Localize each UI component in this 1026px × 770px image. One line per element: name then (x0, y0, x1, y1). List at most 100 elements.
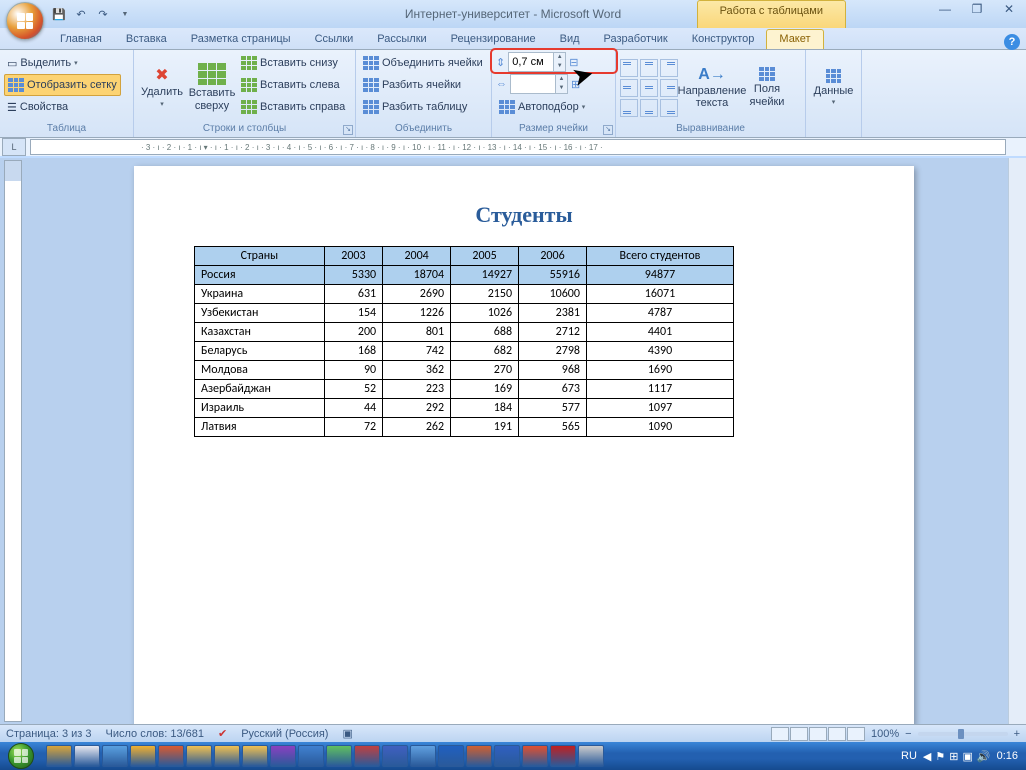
zoom-slider[interactable] (918, 732, 1008, 736)
distribute-rows-icon[interactable]: ⊟ (569, 56, 578, 69)
table-row[interactable]: Латвия722621915651090 (195, 418, 734, 437)
table-row[interactable]: Казахстан20080168827124401 (195, 323, 734, 342)
table-header[interactable]: 2005 (451, 247, 519, 266)
zoom-level[interactable]: 100% (871, 728, 899, 740)
taskbar-item[interactable] (158, 745, 184, 767)
taskbar-item[interactable] (186, 745, 212, 767)
row-height-input[interactable]: ▲▼ (508, 52, 566, 72)
status-macro-icon[interactable]: ▣ (342, 727, 352, 740)
qat-save-icon[interactable]: 💾 (50, 5, 68, 23)
qat-redo-icon[interactable]: ↷ (94, 5, 112, 23)
taskbar-item[interactable] (242, 745, 268, 767)
taskbar-item[interactable] (494, 745, 520, 767)
view-gridlines-button[interactable]: Отобразить сетку (4, 74, 121, 96)
rowscols-dialog-launcher[interactable]: ↘ (343, 125, 353, 135)
vertical-ruler[interactable] (4, 160, 22, 722)
select-button[interactable]: ▭ Выделить ▾ (4, 52, 121, 74)
tab-Разметка страницы[interactable]: Разметка страницы (179, 30, 303, 49)
taskbar-item[interactable] (102, 745, 128, 767)
table-row[interactable]: Узбекистан1541226102623814787 (195, 304, 734, 323)
close-button[interactable]: ✕ (998, 2, 1020, 18)
taskbar-item[interactable] (466, 745, 492, 767)
split-cells-button[interactable]: Разбить ячейки (360, 74, 486, 96)
document-title[interactable]: Студенты (194, 202, 854, 228)
view-buttons[interactable] (771, 727, 865, 741)
document-page: Студенты Страны2003200420052006Всего сту… (134, 166, 914, 724)
taskbar-item[interactable] (354, 745, 380, 767)
ribbon: ▭ Выделить ▾ Отобразить сетку ☰ Свойства… (0, 50, 1026, 138)
taskbar-item[interactable] (550, 745, 576, 767)
taskbar-item[interactable] (74, 745, 100, 767)
status-page[interactable]: Страница: 3 из 3 (6, 728, 92, 740)
tab-Разработчик[interactable]: Разработчик (592, 30, 680, 49)
tab-Рецензирование[interactable]: Рецензирование (439, 30, 548, 49)
lang-indicator[interactable]: RU (901, 750, 917, 762)
office-button[interactable] (6, 2, 44, 40)
taskbar-item[interactable] (438, 745, 464, 767)
taskbar-item[interactable] (214, 745, 240, 767)
table-row[interactable]: Израиль442921845771097 (195, 399, 734, 418)
help-button[interactable]: ? (1004, 34, 1020, 50)
taskbar-item[interactable] (410, 745, 436, 767)
text-direction-button[interactable]: A→Направление текста (680, 62, 744, 114)
start-button[interactable] (0, 742, 42, 770)
properties-button[interactable]: ☰ Свойства (4, 96, 121, 118)
tab-Вид[interactable]: Вид (548, 30, 592, 49)
qat-undo-icon[interactable]: ↶ (72, 5, 90, 23)
insert-right-button[interactable]: Вставить справа (238, 96, 348, 118)
taskbar-item[interactable] (46, 745, 72, 767)
status-spellcheck-icon[interactable]: ✔ (218, 727, 227, 740)
alignment-grid[interactable] (620, 59, 678, 117)
insert-below-button[interactable]: Вставить снизу (238, 52, 348, 74)
vertical-scrollbar[interactable] (1008, 158, 1026, 724)
delete-button[interactable]: ✖Удалить▾ (138, 52, 186, 123)
taskbar-item[interactable] (522, 745, 548, 767)
minimize-button[interactable]: — (934, 2, 956, 18)
taskbar-item[interactable] (270, 745, 296, 767)
tab-Макет[interactable]: Макет (766, 29, 823, 49)
taskbar-item[interactable] (382, 745, 408, 767)
taskbar-item[interactable] (298, 745, 324, 767)
cellsize-dialog-launcher[interactable]: ↘ (603, 125, 613, 135)
table-row[interactable]: Россия533018704149275591694877 (195, 266, 734, 285)
insert-above-button[interactable]: Вставить сверху (188, 52, 236, 123)
restore-button[interactable]: ❐ (966, 2, 988, 18)
table-header[interactable]: 2004 (383, 247, 451, 266)
tab-Рассылки[interactable]: Рассылки (365, 30, 438, 49)
context-tab-title: Работа с таблицами (697, 0, 846, 28)
status-language[interactable]: Русский (Россия) (241, 728, 328, 740)
tab-Конструктор[interactable]: Конструктор (680, 30, 767, 49)
zoom-out-button[interactable]: − (905, 728, 911, 740)
qat-customize-icon[interactable]: ▼ (116, 5, 134, 23)
students-table[interactable]: Страны2003200420052006Всего студентовРос… (194, 246, 734, 437)
table-header[interactable]: 2006 (519, 247, 587, 266)
tray-icons[interactable]: ◀⚑⊞▣🔊 (923, 750, 991, 763)
status-words[interactable]: Число слов: 13/681 (106, 728, 204, 740)
table-header[interactable]: 2003 (324, 247, 382, 266)
merge-cells-button[interactable]: Объединить ячейки (360, 52, 486, 74)
taskbar-item[interactable] (130, 745, 156, 767)
clock[interactable]: 0:16 (997, 750, 1018, 762)
table-row[interactable]: Азербайджан522231696731117 (195, 380, 734, 399)
group-label-rowscols: Строки и столбцы (134, 122, 355, 136)
cell-margins-button[interactable]: Поля ячейки (746, 63, 788, 111)
data-button[interactable]: Данные▾ (810, 52, 857, 123)
tab-Вставка[interactable]: Вставка (114, 30, 179, 49)
distribute-cols-icon[interactable]: ⊞ (571, 78, 580, 91)
tab-selector[interactable]: L (2, 138, 26, 156)
table-row[interactable]: Беларусь16874268227984390 (195, 342, 734, 361)
table-row[interactable]: Украина631269021501060016071 (195, 285, 734, 304)
autofit-button[interactable]: Автоподбор▾ (496, 96, 588, 118)
tab-Главная[interactable]: Главная (48, 30, 114, 49)
horizontal-ruler[interactable]: · 3 · ı · 2 · ı · 1 · ı ▾ · ı · 1 · ı · … (30, 139, 1006, 155)
taskbar-item[interactable] (578, 745, 604, 767)
tab-Ссылки[interactable]: Ссылки (303, 30, 366, 49)
table-header[interactable]: Всего студентов (586, 247, 733, 266)
col-width-input[interactable]: ▲▼ (510, 74, 568, 94)
table-header[interactable]: Страны (195, 247, 325, 266)
split-table-button[interactable]: Разбить таблицу (360, 96, 486, 118)
table-row[interactable]: Молдова903622709681690 (195, 361, 734, 380)
zoom-in-button[interactable]: + (1014, 728, 1020, 740)
insert-left-button[interactable]: Вставить слева (238, 74, 348, 96)
taskbar-item[interactable] (326, 745, 352, 767)
